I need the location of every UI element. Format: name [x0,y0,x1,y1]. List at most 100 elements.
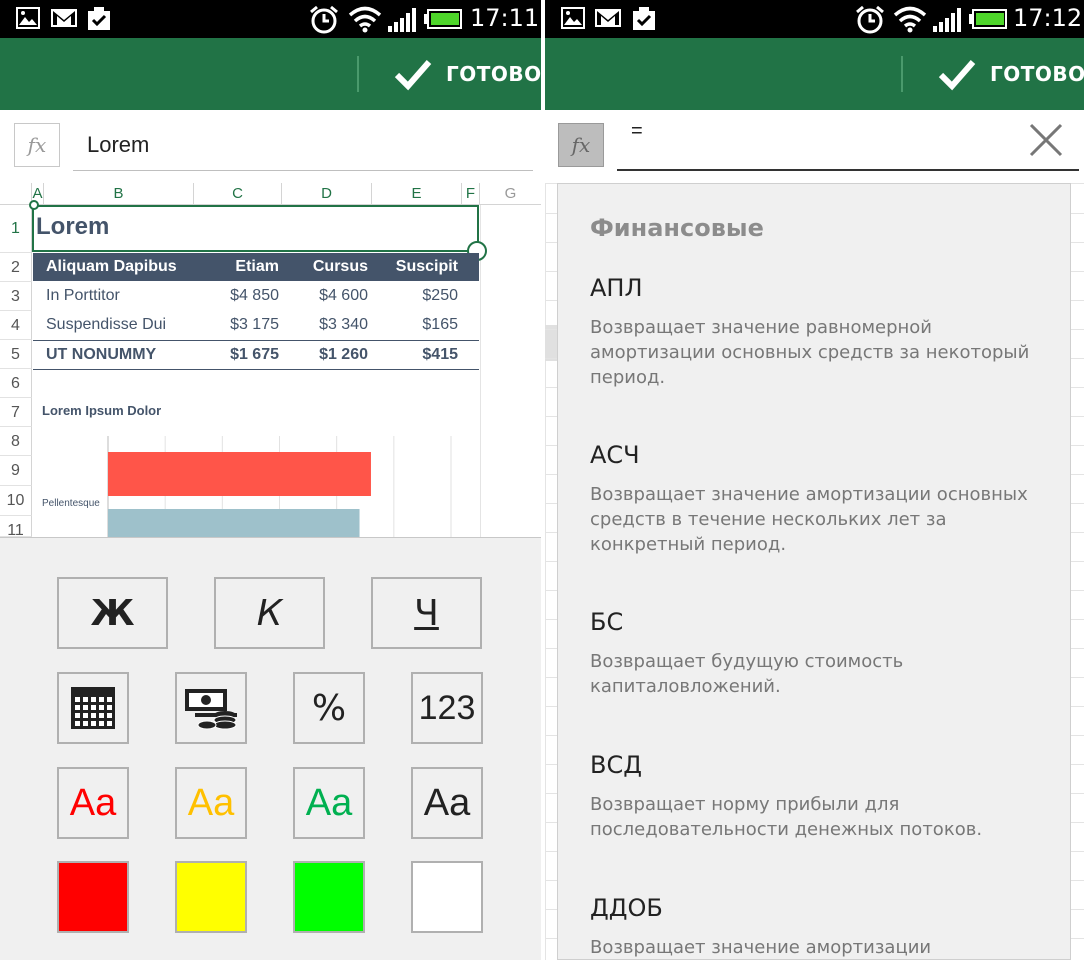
row-header-11[interactable]: 11 [0,516,32,537]
function-item-name[interactable]: ВСД [590,751,642,779]
column-header-c[interactable]: C [194,183,282,205]
status-bar: 17:12 [545,0,1084,38]
fill-color-white-swatch[interactable] [411,861,483,933]
chart-category-label: Pellentesque [42,498,100,509]
underline-label: Ч [414,592,439,634]
table-cell[interactable]: $3 340 [282,316,368,334]
font-color-label: Aa [305,781,353,824]
task-icon [633,7,655,30]
calendar-icon [71,687,115,729]
signal-icon [388,8,416,32]
fill-color-red-swatch[interactable] [57,861,129,933]
column-header-g[interactable]: G [480,183,541,205]
battery-icon [969,9,1007,29]
row-header-9[interactable]: 9 [0,456,32,486]
select-all-corner[interactable] [0,183,32,205]
signal-icon [933,8,961,32]
font-color-black-button[interactable]: Aa [411,767,483,839]
row-header-10[interactable]: 10 [0,486,32,516]
column-header-b[interactable]: B [44,183,194,205]
table-header-cell[interactable]: Suscipit [372,258,458,276]
column-header-e[interactable]: E [372,183,462,205]
table-header-cell[interactable]: Cursus [282,258,368,276]
italic-button[interactable]: К [214,577,325,649]
alarm-icon [856,5,884,34]
app-bar: ГОТОВО [545,38,1084,110]
font-color-green-button[interactable]: Aa [293,767,365,839]
table-cell[interactable]: In Porttitor [46,287,120,305]
bold-button[interactable]: Ж [57,577,168,649]
function-item-description: Возвращает значение амортизации основных… [590,484,1028,555]
table-cell[interactable]: $3 175 [196,316,279,334]
fx-icon[interactable]: fx [558,123,604,167]
column-header-d[interactable]: D [282,183,372,205]
table-cell[interactable]: $4 850 [196,287,279,305]
row-header-8[interactable]: 8 [0,427,32,456]
row-header-4[interactable]: 4 [0,311,32,340]
row-header-6[interactable]: 6 [0,369,32,398]
chart-bar[interactable] [108,452,371,496]
function-item-name[interactable]: ДДОБ [590,894,663,922]
divider [901,56,903,92]
bold-label: Ж [90,592,135,634]
row-highlight [545,325,557,361]
app-bar: ГОТОВО [0,38,541,110]
status-bar: 17:11 [0,0,541,38]
chart-title: Lorem Ipsum Dolor [42,403,162,418]
done-button[interactable]: ГОТОВО [938,54,1084,94]
font-color-red-button[interactable]: Aa [57,767,129,839]
table-total-cell[interactable]: $1 260 [282,346,368,364]
gallery-icon [561,7,585,29]
table-total-cell[interactable]: $1 675 [196,346,279,364]
row-header-5[interactable]: 5 [0,340,32,369]
fill-color-yellow-swatch[interactable] [175,861,247,933]
alarm-icon [310,5,338,34]
fill-color-green-swatch[interactable] [293,861,365,933]
function-list[interactable]: Финансовые АПЛ Возвращает значение равно… [557,183,1071,960]
function-item-name[interactable]: БС [590,608,623,636]
table-cell[interactable]: Suspendisse Dui [46,316,166,334]
gmail-icon [595,9,621,27]
font-color-label: Aa [69,781,117,824]
close-icon[interactable] [1029,123,1063,157]
fx-icon[interactable]: fx [14,123,60,167]
checkmark-icon [938,60,976,91]
row-header-1[interactable]: 1 [0,205,32,253]
formatting-panel: Ж К Ч % 123 Aa Aa Aa Aa [0,537,541,960]
function-item-description: Возвращает будущую стоимость капиталовло… [590,651,904,697]
left-screen: 17:11 ГОТОВО fx Lorem A B C D E F G 1 2 … [0,0,541,960]
table-cell[interactable]: $165 [372,316,458,334]
italic-label: К [256,592,283,634]
function-item-description: Возвращает норму прибыли для последовате… [590,794,983,840]
percent-format-button[interactable]: % [293,672,365,744]
font-color-label: Aa [187,781,235,824]
formula-input[interactable]: = [617,112,1079,171]
currency-format-button[interactable] [175,672,247,744]
table-header-cell[interactable]: Aliquam Dapibus [46,258,177,276]
column-header-f[interactable]: F [462,183,480,205]
date-format-button[interactable] [57,672,129,744]
chart-bar[interactable] [108,509,360,537]
done-button[interactable]: ГОТОВО [394,54,541,94]
table-cell[interactable]: $250 [372,287,458,305]
bar-chart[interactable]: Pellentesque [33,430,480,537]
table-header-cell[interactable]: Etiam [196,258,279,276]
number-format-button[interactable]: 123 [411,672,483,744]
clock: 17:12 [1013,4,1083,32]
table-total-cell[interactable]: UT NONUMMY [46,346,156,364]
row-header-3[interactable]: 3 [0,282,32,311]
font-color-yellow-button[interactable]: Aa [175,767,247,839]
row-header-7[interactable]: 7 [0,398,32,427]
font-color-label: Aa [423,781,471,824]
function-item-name[interactable]: АПЛ [590,274,643,302]
table-total-cell[interactable]: $415 [372,346,458,364]
formula-input[interactable]: Lorem [73,125,533,171]
money-icon [185,689,237,730]
gallery-icon [16,7,40,29]
function-item-name[interactable]: АСЧ [590,441,640,469]
table-cell[interactable]: $4 600 [282,287,368,305]
row-header-2[interactable]: 2 [0,253,32,282]
selection-handle-top[interactable] [29,200,39,210]
underline-button[interactable]: Ч [371,577,482,649]
sheet-title: Lorem [36,213,110,240]
